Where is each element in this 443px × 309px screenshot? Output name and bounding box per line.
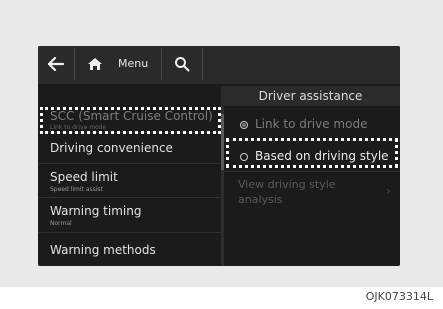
list-item-driving-convenience[interactable]: Driving convenience	[38, 133, 221, 164]
option-link-to-drive-mode[interactable]: Link to drive mode	[224, 106, 400, 141]
list-item-label: Speed limit	[50, 170, 118, 184]
list-item-warning-timing[interactable]: Warning timing Normal	[38, 198, 221, 233]
list-item-sublabel: Normal	[50, 220, 72, 227]
page-title: Driver assistance	[221, 86, 400, 106]
menu-button[interactable]: Menu	[118, 57, 148, 70]
back-button[interactable]	[38, 48, 75, 80]
list-item-speed-limit[interactable]: Speed limit Speed limit assist	[38, 164, 221, 198]
home-button[interactable]	[74, 48, 116, 80]
highlight-based-on-driving-style	[226, 138, 398, 168]
option-label: Link to drive mode	[255, 117, 368, 131]
list-item-warning-methods[interactable]: Warning methods	[38, 233, 221, 266]
list-item-sublabel: Speed limit assist	[50, 186, 103, 193]
list-item-label: Warning timing	[50, 204, 142, 218]
search-button[interactable]	[161, 48, 203, 80]
analysis-label-line1: View driving style	[238, 178, 336, 191]
view-driving-style-analysis[interactable]: View driving style analysis ›	[224, 172, 400, 212]
search-icon	[175, 57, 190, 72]
home-icon	[88, 58, 102, 70]
options-panel: Link to drive mode Based on driving styl…	[224, 106, 400, 266]
figure-background: Menu Driver assistance SCC (Smart Cruise…	[0, 0, 443, 287]
infotainment-screen: Menu Driver assistance SCC (Smart Cruise…	[38, 46, 400, 266]
top-bar: Menu	[38, 46, 400, 84]
highlight-scc-item	[40, 107, 221, 134]
list-item-label: Warning methods	[50, 243, 156, 257]
radio-selected-icon	[240, 121, 248, 129]
figure-code: OJK073314L	[365, 290, 433, 303]
chevron-right-icon: ›	[386, 184, 391, 198]
back-arrow-icon	[48, 57, 64, 71]
list-item-label: Driving convenience	[50, 141, 173, 155]
analysis-label-line2: analysis	[238, 193, 283, 206]
